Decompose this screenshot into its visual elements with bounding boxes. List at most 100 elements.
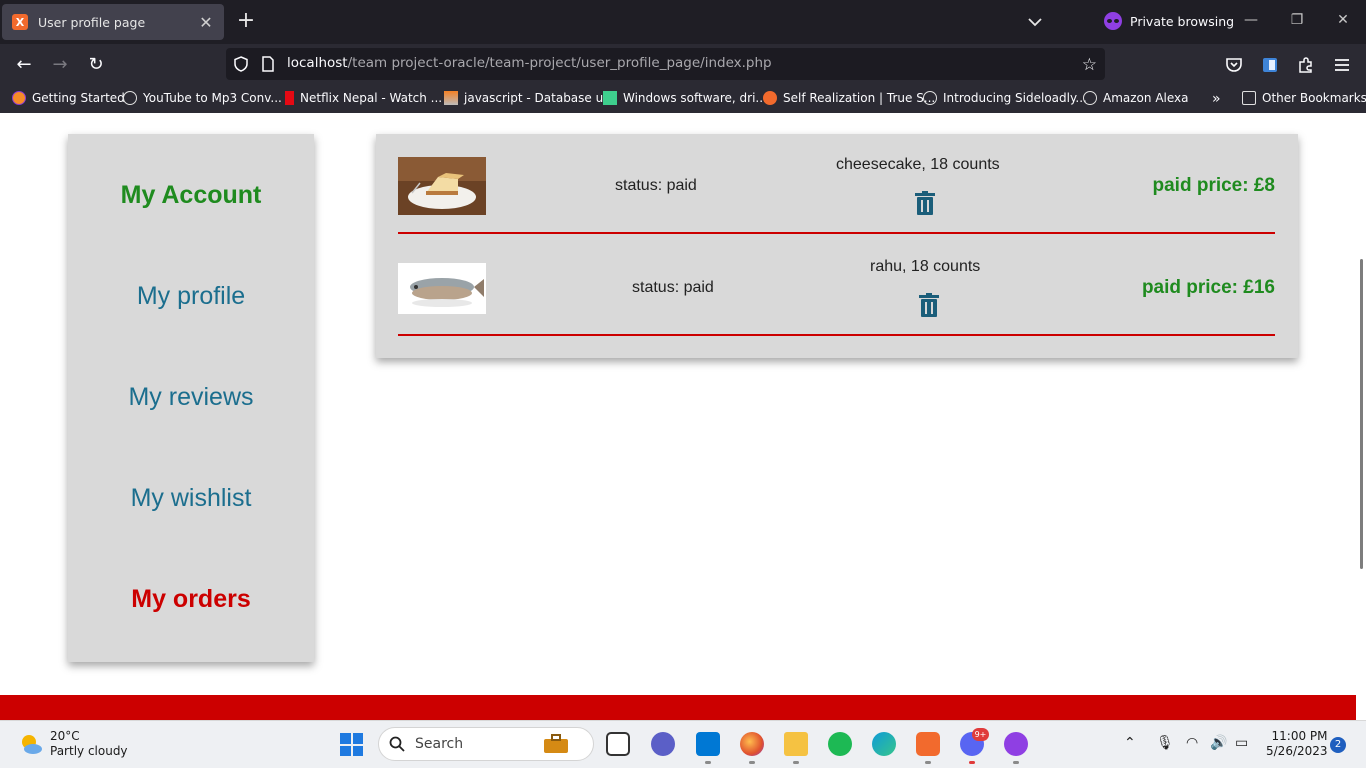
pocket-icon[interactable]	[1224, 55, 1244, 75]
edge-icon[interactable]	[872, 732, 896, 756]
wifi-icon[interactable]: ◠	[1186, 735, 1198, 751]
vscode-icon[interactable]	[696, 732, 720, 756]
bookmark-item[interactable]: YouTube to Mp3 Conv...	[123, 91, 282, 105]
spotify-icon[interactable]	[828, 732, 852, 756]
order-row: status: paid rahu, 18 counts paid price:…	[398, 236, 1275, 336]
bookmark-item[interactable]: Amazon Alexa	[1083, 91, 1188, 105]
weather-temperature: 20°C	[50, 729, 80, 743]
xampp-favicon-icon: X	[12, 14, 28, 30]
app-running-indicator	[925, 761, 931, 764]
close-window-icon[interactable]: ✕	[1333, 12, 1353, 28]
windows-taskbar: 20°C Partly cloudy Search 9+ ⌃ 🎙 ◠ 🔊 ▭ 1…	[0, 720, 1366, 768]
sidebar-title-my-account: My Account	[120, 181, 262, 209]
sidebar-item-my-wishlist[interactable]: My wishlist	[68, 484, 314, 513]
order-paid-price: paid price: £8	[1152, 175, 1276, 196]
order-paid-price: paid price: £16	[1141, 277, 1275, 298]
app-running-indicator	[1013, 761, 1019, 764]
app-running-indicator	[749, 761, 755, 764]
forward-arrow-icon[interactable]: →	[48, 53, 72, 77]
bookmark-item[interactable]: javascript - Database u...	[444, 91, 615, 105]
bookmark-star-icon[interactable]: ☆	[1082, 55, 1097, 75]
windows-start-icon[interactable]	[340, 733, 363, 756]
restore-icon[interactable]: ❐	[1287, 12, 1307, 28]
order-product: rahu, 18 counts	[870, 258, 981, 275]
list-tabs-icon[interactable]	[1028, 12, 1042, 31]
reload-icon[interactable]: ↻	[84, 53, 108, 77]
xampp-icon[interactable]	[916, 732, 940, 756]
bookmark-item[interactable]: Self Realization | True S...	[763, 91, 935, 105]
microphone-icon[interactable]: 🎙	[1156, 735, 1174, 751]
app-running-indicator	[705, 761, 711, 764]
taskbar-clock[interactable]: 11:00 PM 5/26/2023	[1266, 729, 1328, 759]
bookmarks-bar: Getting Started YouTube to Mp3 Conv... N…	[0, 85, 1366, 113]
trash-icon[interactable]	[914, 191, 936, 215]
clock-date: 5/26/2023	[1266, 744, 1328, 758]
private-browsing-label: Private browsing	[1130, 13, 1235, 29]
flame-icon	[763, 91, 777, 105]
battery-icon[interactable]: ▭	[1235, 735, 1248, 751]
order-product: cheesecake, 18 counts	[836, 156, 1000, 173]
app-running-indicator	[793, 761, 799, 764]
bookmark-item[interactable]: Introducing Sideloadly...	[923, 91, 1087, 105]
clock-time: 11:00 PM	[1271, 729, 1328, 743]
volume-icon[interactable]: 🔊	[1210, 735, 1227, 751]
close-tab-icon[interactable]: ✕	[198, 13, 214, 32]
url-text[interactable]: localhost/team project-oracle/team-proje…	[287, 55, 772, 71]
browser-titlebar: X User profile page ✕ + Private browsing…	[0, 0, 1366, 44]
globe-icon	[123, 91, 137, 105]
url-bar[interactable]: localhost/team project-oracle/team-proje…	[226, 48, 1105, 80]
app-running-indicator	[969, 761, 975, 764]
search-icon	[389, 736, 405, 752]
show-hidden-icons-chevron-icon[interactable]: ⌃	[1124, 735, 1136, 751]
private-mask-icon	[1104, 12, 1122, 30]
page-scrollbar[interactable]	[1356, 113, 1366, 720]
teams-chat-icon[interactable]	[651, 732, 675, 756]
trash-icon[interactable]	[918, 293, 940, 317]
back-arrow-icon[interactable]: ←	[12, 53, 36, 77]
task-view-icon[interactable]	[606, 732, 630, 756]
folder-icon	[1242, 91, 1256, 105]
stackoverflow-icon	[444, 91, 458, 105]
bookmark-item[interactable]: Getting Started	[12, 91, 125, 105]
globe-icon	[1083, 91, 1097, 105]
extension-blue-icon[interactable]	[1260, 55, 1280, 75]
sidebar-item-my-profile[interactable]: My profile	[68, 282, 314, 311]
order-row: status: paid cheesecake, 18 counts paid …	[398, 134, 1275, 234]
order-status: status: paid	[615, 177, 697, 194]
footer-bar	[0, 695, 1356, 720]
sidebar-item-my-orders[interactable]: My orders	[68, 585, 314, 614]
account-sidebar: My Account My profile My reviews My wish…	[68, 134, 314, 662]
new-tab-button[interactable]: +	[234, 9, 258, 33]
minimize-icon[interactable]: —	[1241, 12, 1261, 28]
sidebar-item-my-reviews[interactable]: My reviews	[68, 383, 314, 412]
search-placeholder: Search	[415, 736, 464, 752]
page-content: My Account My profile My reviews My wish…	[0, 113, 1356, 720]
order-status: status: paid	[632, 279, 714, 296]
taskbar-search[interactable]: Search	[378, 727, 594, 761]
cheesecake-image	[398, 157, 486, 215]
private-browsing-indicator: Private browsing	[1104, 12, 1234, 30]
extensions-puzzle-icon[interactable]	[1296, 55, 1316, 75]
page-info-icon[interactable]	[262, 56, 274, 72]
orders-panel: status: paid cheesecake, 18 counts paid …	[376, 134, 1298, 358]
weather-widget[interactable]: 20°C Partly cloudy	[18, 729, 128, 759]
other-bookmarks[interactable]: Other Bookmarks	[1242, 91, 1366, 105]
file-explorer-icon[interactable]	[784, 732, 808, 756]
notification-count-badge[interactable]: 2	[1330, 737, 1346, 753]
shield-icon[interactable]	[234, 56, 248, 72]
weather-condition: Partly cloudy	[50, 744, 128, 758]
hamburger-menu-icon[interactable]	[1332, 55, 1352, 75]
more-bookmarks-chevron-icon[interactable]: »	[1212, 91, 1221, 107]
netflix-icon	[285, 91, 294, 105]
globe-icon	[923, 91, 937, 105]
scrollbar-thumb[interactable]	[1360, 259, 1363, 569]
browser-tab[interactable]: X User profile page ✕	[2, 4, 224, 40]
tab-title: User profile page	[38, 14, 146, 30]
firefox-private-icon[interactable]	[1004, 732, 1028, 756]
firefox-icon	[12, 91, 26, 105]
discord-notification-badge: 9+	[972, 728, 989, 741]
bookmark-item[interactable]: Windows software, dri...	[603, 91, 767, 105]
partly-cloudy-icon	[22, 735, 42, 754]
firefox-taskbar-icon[interactable]	[740, 732, 764, 756]
bookmark-item[interactable]: Netflix Nepal - Watch ...	[285, 91, 442, 105]
